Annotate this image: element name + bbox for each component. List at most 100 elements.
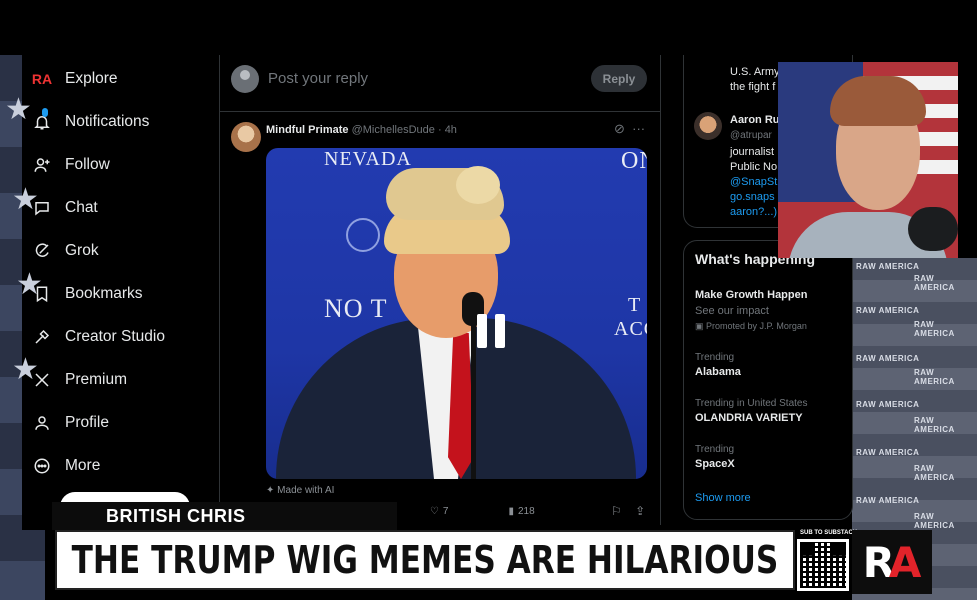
author-handle[interactable]: @MichellesDude — [352, 124, 435, 136]
show-more-link[interactable]: Show more — [695, 492, 751, 504]
trend-context: Trending — [695, 444, 735, 455]
watermark-text: RAW AMERICA — [914, 464, 955, 482]
chat-icon — [32, 198, 52, 218]
backdrop-text: ON — [621, 148, 647, 174]
host-hair — [830, 76, 926, 126]
account-bio-link[interactable]: go.snaps — [730, 191, 775, 203]
sidebar-item-explore[interactable]: RA Explore — [22, 61, 118, 97]
post-time[interactable]: 4h — [445, 124, 457, 136]
whats-happening-card — [683, 240, 853, 520]
post-secondary-actions: ⚐ ⇪ — [611, 504, 645, 518]
watermark-text: RAW AMERICA — [914, 512, 955, 530]
premium-icon — [32, 370, 52, 390]
sidebar-item-grok[interactable]: Grok — [22, 233, 99, 269]
promo-title[interactable]: Make Growth Happen — [695, 289, 807, 301]
host-microphone — [908, 207, 958, 251]
watermark-text: RAW AMERICA — [914, 416, 955, 434]
qr-label: SUB TO SUBSTACK — [800, 530, 858, 536]
sidebar-item-label: Premium — [65, 371, 128, 388]
account-bio: journalist — [730, 146, 775, 158]
qr-code — [797, 539, 849, 591]
sidebar-item-more[interactable]: More — [22, 448, 100, 484]
backdrop-text: NEVADA — [324, 148, 412, 170]
ferret-head — [456, 166, 500, 204]
backdrop-text: T — [628, 294, 642, 316]
watermark-text: RAW AMERICA — [914, 320, 955, 338]
trend-name[interactable]: SpaceX — [695, 458, 735, 470]
sidebar-item-chat[interactable]: Chat — [22, 190, 98, 226]
sidebar-item-notifications[interactable]: Notifications — [22, 104, 149, 140]
sidebar-item-premium[interactable]: Premium — [22, 362, 127, 398]
more-icon — [32, 456, 52, 476]
sidebar-item-bookmarks[interactable]: Bookmarks — [22, 276, 143, 312]
sidebar-item-profile[interactable]: Profile — [22, 405, 109, 441]
account-bio-link[interactable]: aaron?...) — [730, 206, 777, 218]
backdrop-text: ACC — [614, 318, 647, 340]
profile-icon — [32, 413, 52, 433]
snippet-text: the fight f — [730, 81, 776, 93]
watermark-text: RAW AMERICA — [856, 448, 920, 457]
top-letterbox — [0, 0, 977, 55]
reply-composer: Post your reply Reply — [220, 60, 660, 112]
account-bio: Public No — [730, 161, 778, 173]
host-name: BRITISH CHRIS — [106, 506, 246, 526]
pause-icon[interactable] — [477, 314, 505, 348]
snippet-text: U.S. Army — [730, 66, 780, 78]
sidebar-item-label: Grok — [65, 242, 99, 259]
post-media-video[interactable]: NEVADA ON NO T T ACC — [266, 148, 647, 479]
watermark-text: RAW AMERICA — [856, 306, 920, 315]
sidebar-item-label: Chat — [65, 199, 98, 216]
host-webcam-overlay — [778, 62, 958, 258]
made-with-ai-label: ✦ Made with AI — [266, 485, 335, 496]
separator: · — [437, 124, 442, 136]
post-menu: ⊘ ··· — [614, 121, 645, 137]
reply-button[interactable]: Reply — [591, 65, 647, 92]
heart-icon: ♡ — [429, 506, 439, 517]
promoted-label: ▣ Promoted by J.P. Morgan — [695, 321, 807, 331]
follow-icon — [32, 155, 52, 175]
bookmark-icon — [32, 284, 52, 304]
sidebar-item-follow[interactable]: Follow — [22, 147, 110, 183]
views-icon: ▮ — [508, 506, 514, 517]
avatar[interactable] — [231, 122, 261, 152]
watermark-text: RAW AMERICA — [914, 368, 955, 386]
views-button[interactable]: ▮ 218 — [508, 506, 534, 517]
divider — [660, 55, 661, 525]
watermark-text: RAW AMERICA — [856, 354, 920, 363]
share-icon[interactable]: ⇪ — [635, 504, 645, 518]
post-header: Mindful Primate @MichellesDude · 4h — [266, 124, 457, 136]
account-bio-link[interactable]: @SnapSt — [730, 176, 777, 188]
grok-icon — [32, 241, 52, 261]
trend-context: Trending in United States — [695, 398, 808, 409]
sidebar-item-label: More — [65, 457, 101, 474]
trend-context: Trending — [695, 352, 735, 363]
sidebar-item-label: Bookmarks — [65, 285, 143, 302]
author-name[interactable]: Mindful Primate — [266, 124, 349, 136]
watermark-text: RAW AMERICA — [856, 496, 920, 505]
raw-america-logo: RA — [852, 530, 932, 594]
sidebar-item-label: Follow — [65, 156, 110, 173]
watermark-text: RAW AMERICA — [856, 262, 920, 271]
trend-name[interactable]: Alabama — [695, 366, 741, 378]
account-name[interactable]: Aaron Ru — [730, 114, 780, 126]
sidebar-item-label: Explore — [65, 70, 118, 87]
sidebar-item-label: Profile — [65, 414, 109, 431]
like-button[interactable]: ♡ 7 — [430, 506, 449, 517]
sidebar-item-label: Creator Studio — [65, 328, 165, 345]
sidebar-item-creator-studio[interactable]: Creator Studio — [22, 319, 165, 355]
headline-text: THE TRUMP WIG MEMES ARE HILARIOUS — [71, 538, 779, 582]
seal-emblem — [346, 218, 380, 252]
trend-name[interactable]: OLANDRIA VARIETY — [695, 412, 803, 424]
more-options-icon[interactable]: ··· — [632, 121, 645, 136]
brand-logo-icon: RA — [31, 71, 53, 87]
reply-input[interactable]: Post your reply — [268, 70, 368, 87]
grok-icon[interactable]: ⊘ — [614, 121, 625, 136]
sidebar-item-label: Notifications — [65, 113, 150, 130]
avatar[interactable] — [694, 112, 722, 140]
avatar — [231, 65, 259, 93]
promo-subtitle: See our impact — [695, 305, 769, 317]
notification-badge — [42, 108, 48, 117]
watermark-text: RAW AMERICA — [914, 274, 955, 292]
bookmark-icon[interactable]: ⚐ — [611, 504, 622, 518]
backdrop-text: NO T — [324, 294, 388, 323]
